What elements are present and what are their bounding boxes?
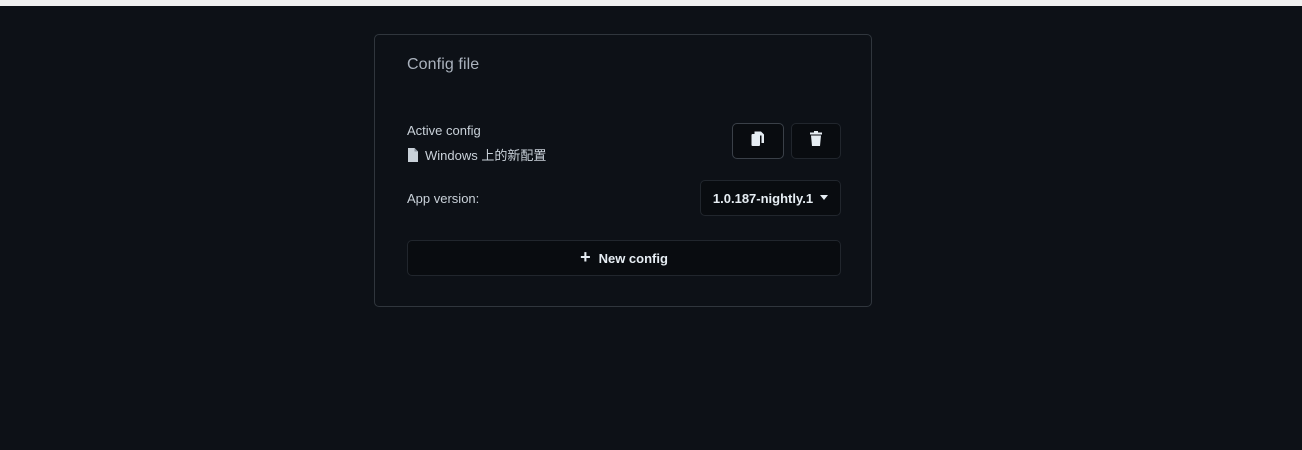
active-config-name: Windows 上的新配置	[407, 145, 546, 164]
card-title: Config file	[407, 56, 480, 73]
config-card: Config file Active config Windows 上的新配置	[374, 34, 872, 307]
active-config-name-text: Windows 上的新配置	[425, 148, 547, 163]
file-icon	[407, 147, 419, 162]
top-strip	[0, 0, 1302, 6]
copy-config-button[interactable]	[732, 123, 784, 159]
caret-down-icon	[820, 194, 829, 200]
trash-icon	[810, 131, 822, 151]
new-config-label: New config	[598, 250, 668, 266]
delete-config-button[interactable]	[791, 123, 841, 159]
app-version-label: App version:	[407, 191, 480, 206]
active-config-label: Active config	[407, 123, 481, 138]
app-version-value: 1.0.187-nightly.1	[712, 190, 814, 206]
new-config-button[interactable]: + New config	[407, 240, 841, 276]
plus-icon: +	[580, 247, 591, 267]
app-version-select[interactable]: 1.0.187-nightly.1	[700, 180, 841, 216]
copy-icon	[751, 131, 765, 152]
